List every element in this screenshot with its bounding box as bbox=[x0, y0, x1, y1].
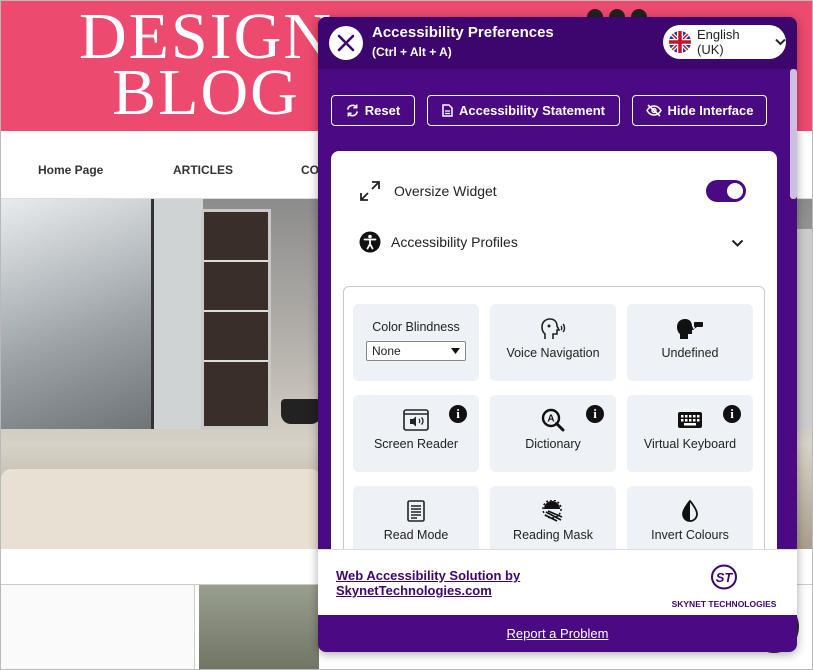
expand-icon bbox=[360, 181, 380, 201]
oversize-row: Oversize Widget bbox=[359, 180, 497, 202]
thumbnail[interactable] bbox=[199, 585, 319, 669]
eye-slash-icon bbox=[645, 104, 662, 117]
voice-navigation-tile[interactable]: Voice Navigation bbox=[490, 304, 616, 381]
profiles-row[interactable]: Accessibility Profiles bbox=[359, 231, 518, 253]
info-icon[interactable]: i bbox=[449, 405, 467, 423]
reading-mask-label: Reading Mask bbox=[513, 528, 593, 542]
info-icon[interactable]: i bbox=[723, 405, 741, 423]
site-logo[interactable]: DESIGN BLOG bbox=[61, 4, 351, 126]
voice-icon bbox=[541, 318, 566, 339]
color-blindness-label: Color Blindness bbox=[372, 320, 460, 334]
accessibility-widget: Accessibility Preferences (Ctrl + Alt + … bbox=[318, 17, 797, 652]
svg-text:ST: ST bbox=[716, 570, 734, 585]
chevron-down-icon bbox=[775, 38, 786, 46]
hero-window bbox=[1, 199, 151, 429]
screen-reader-label: Screen Reader bbox=[373, 437, 459, 451]
invert-colours-label: Invert Colours bbox=[651, 528, 729, 542]
oversize-toggle[interactable] bbox=[706, 180, 746, 202]
hero-lamp bbox=[281, 399, 321, 424]
close-icon bbox=[337, 34, 355, 52]
invert-icon bbox=[682, 499, 698, 522]
widget-scrollbar[interactable] bbox=[790, 69, 797, 199]
close-button[interactable] bbox=[329, 26, 363, 60]
page: DESIGN BLOG Home Page ARTICLES CON Acces… bbox=[0, 0, 813, 670]
profiles-label: Accessibility Profiles bbox=[391, 234, 518, 250]
info-icon[interactable]: i bbox=[586, 405, 604, 423]
statement-label: Accessibility Statement bbox=[459, 103, 605, 118]
reset-label: Reset bbox=[364, 103, 401, 118]
oversize-label: Oversize Widget bbox=[394, 183, 497, 199]
widget-footer: Web Accessibility Solution by SkynetTech… bbox=[318, 549, 797, 615]
undefined-tile[interactable]: Undefined bbox=[627, 304, 753, 381]
hero-sofa bbox=[1, 469, 321, 549]
color-blindness-value: None bbox=[372, 344, 401, 358]
virtual-keyboard-label: Virtual Keyboard bbox=[643, 437, 737, 451]
hero-right-edge bbox=[797, 229, 812, 429]
footer-link-line-1: Web Accessibility Solution by bbox=[336, 568, 521, 583]
undefined-label: Undefined bbox=[661, 346, 719, 360]
color-blindness-select[interactable]: None bbox=[366, 341, 466, 361]
screen-reader-tile[interactable]: i Screen Reader bbox=[353, 395, 479, 472]
language-select[interactable]: English (UK) bbox=[663, 25, 786, 59]
color-blindness-tile: Color Blindness None bbox=[353, 304, 479, 381]
read-mode-icon bbox=[407, 500, 425, 522]
thumbnail[interactable] bbox=[1, 585, 195, 669]
document-icon bbox=[442, 104, 453, 117]
hero-shelf bbox=[201, 209, 271, 429]
hide-label: Hide Interface bbox=[667, 103, 754, 118]
screen-reader-icon bbox=[403, 409, 429, 431]
accessibility-icon bbox=[359, 231, 381, 253]
speaking-head-icon bbox=[677, 319, 703, 339]
widget-shortcut: (Ctrl + Alt + A) bbox=[372, 45, 452, 59]
skynet-link[interactable]: Web Accessibility Solution by SkynetTech… bbox=[336, 568, 520, 598]
keyboard-icon bbox=[678, 412, 702, 428]
hero-window-frame bbox=[151, 199, 203, 429]
skynet-logo-mark: ST bbox=[711, 564, 737, 590]
hide-interface-button[interactable]: Hide Interface bbox=[632, 95, 767, 126]
widget-header: Accessibility Preferences (Ctrl + Alt + … bbox=[318, 17, 797, 69]
skynet-logo-name: SKYNET TECHNOLOGIES bbox=[671, 599, 777, 609]
widget-title: Accessibility Preferences bbox=[372, 24, 554, 41]
select-arrow-icon bbox=[451, 348, 460, 354]
feature-grid: Color Blindness None Voice Navigation Un… bbox=[343, 286, 765, 571]
nav-home[interactable]: Home Page bbox=[38, 163, 103, 177]
dictionary-tile[interactable]: i A Dictionary bbox=[490, 395, 616, 472]
voice-navigation-label: Voice Navigation bbox=[506, 346, 600, 360]
language-label: English (UK) bbox=[697, 27, 740, 57]
chevron-down-icon[interactable] bbox=[731, 239, 744, 248]
skynet-logo[interactable]: ST SKYNET TECHNOLOGIES bbox=[668, 563, 780, 609]
dictionary-label: Dictionary bbox=[525, 437, 581, 451]
dictionary-icon: A bbox=[541, 408, 565, 432]
reset-icon bbox=[346, 104, 358, 117]
virtual-keyboard-tile[interactable]: i Virtual Keyboard bbox=[627, 395, 753, 472]
report-problem-link[interactable]: Report a Problem bbox=[318, 615, 797, 652]
footer-link-line-2: SkynetTechnologies.com bbox=[336, 583, 492, 598]
uk-flag-icon bbox=[669, 31, 691, 53]
reset-button[interactable]: Reset bbox=[331, 95, 415, 126]
accessibility-statement-button[interactable]: Accessibility Statement bbox=[427, 95, 620, 126]
read-mode-label: Read Mode bbox=[383, 528, 449, 542]
nav-articles[interactable]: ARTICLES bbox=[173, 163, 233, 177]
svg-text:A: A bbox=[547, 414, 554, 425]
settings-panel: Oversize Widget Accessibility Profiles C… bbox=[331, 151, 777, 571]
reading-mask-icon bbox=[542, 500, 563, 522]
